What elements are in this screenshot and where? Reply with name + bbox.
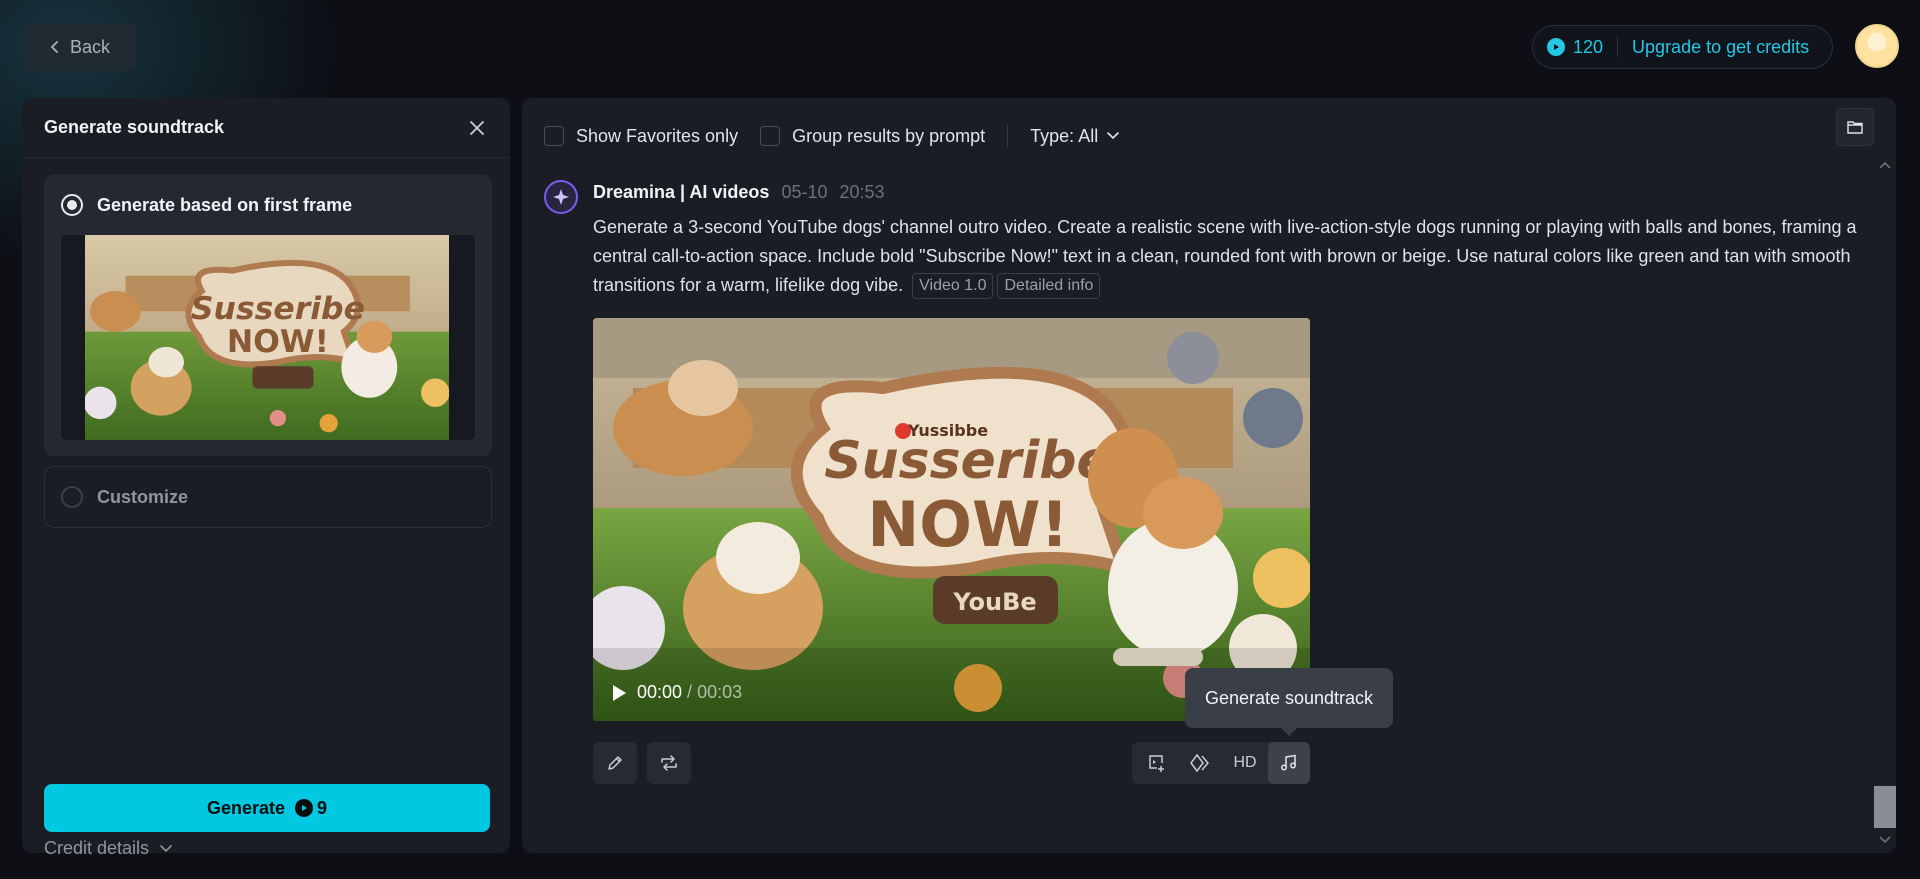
back-label: Back xyxy=(69,36,111,57)
pencil-icon xyxy=(608,756,622,770)
time-display: 00:00 / 00:03 xyxy=(637,682,742,703)
model-tag: Video 1.0 xyxy=(912,273,994,300)
group-filter[interactable]: Group results by prompt xyxy=(760,126,985,147)
soundtrack-button[interactable] xyxy=(1268,742,1310,784)
type-dropdown[interactable]: Type: All xyxy=(1030,126,1120,147)
close-icon xyxy=(470,120,484,135)
svg-text:Susseribe: Susseribe xyxy=(191,291,365,327)
option-customize-label: Customize xyxy=(97,486,189,507)
svg-text:NOW!: NOW! xyxy=(227,324,329,360)
credits-count: 120 xyxy=(1573,36,1604,57)
folder-button[interactable] xyxy=(1836,108,1874,146)
post-header: Dreamina | AI videos 05-10 20:53 xyxy=(593,182,885,203)
favorites-label: Show Favorites only xyxy=(576,125,739,146)
scroll-down-icon[interactable] xyxy=(1878,833,1892,847)
upgrade-link[interactable]: Upgrade to get credits xyxy=(1632,37,1809,58)
time-separator: / xyxy=(682,682,698,702)
video-frame: Susseribe NOW! Yussibbe YouBe xyxy=(593,318,1310,721)
radio-customize[interactable] xyxy=(61,486,83,508)
chevron-down-icon xyxy=(160,844,172,852)
option-customize[interactable]: Customize xyxy=(44,466,492,528)
video-actions-group: HD xyxy=(1132,742,1310,784)
soundtrack-panel: Generate soundtrack Generate based on fi… xyxy=(22,98,510,858)
prompt-text: Generate a 3-second YouTube dogs' channe… xyxy=(593,217,1857,295)
credit-details-label: Credit details xyxy=(44,838,150,858)
scrollbar-thumb[interactable] xyxy=(1874,786,1896,828)
results-panel: Show Favorites only Group results by pro… xyxy=(522,98,1896,853)
toolbar-divider xyxy=(1007,125,1009,147)
time-current: 00:00 xyxy=(637,682,683,702)
pill-divider xyxy=(1617,37,1619,57)
type-label: Type: All xyxy=(1030,125,1099,146)
option-first-frame[interactable]: Generate based on first frame Susseribe … xyxy=(44,174,492,456)
video-player[interactable]: Susseribe NOW! Yussibbe YouBe 00:00 / 00… xyxy=(593,318,1310,721)
repeat-icon xyxy=(661,755,677,771)
generate-cost-value: 9 xyxy=(317,797,328,818)
chevron-down-icon xyxy=(1107,132,1120,140)
sparkle-icon xyxy=(553,189,569,205)
option-first-frame-label: Generate based on first frame xyxy=(97,194,353,215)
panel-title: Generate soundtrack xyxy=(44,117,225,137)
results-toolbar: Show Favorites only Group results by pro… xyxy=(544,116,1120,156)
sign-text-line2: NOW! xyxy=(867,488,1068,561)
generate-label: Generate xyxy=(206,797,286,818)
sign-text-tab: YouBe xyxy=(952,588,1036,616)
post-time: 20:53 xyxy=(839,182,885,202)
post-prompt: Generate a 3-second YouTube dogs' channe… xyxy=(593,213,1863,300)
credit-details-toggle[interactable]: Credit details xyxy=(44,838,173,859)
edit-button[interactable] xyxy=(593,742,637,784)
back-button[interactable]: Back xyxy=(22,23,136,71)
dreamina-avatar xyxy=(544,180,578,214)
radio-first-frame[interactable] xyxy=(61,194,83,216)
regenerate-button[interactable] xyxy=(647,742,691,784)
video-controls: 00:00 / 00:03 xyxy=(611,682,742,703)
post-author: Dreamina | AI videos xyxy=(593,182,770,202)
scrollbar[interactable] xyxy=(1874,158,1896,853)
scroll-up-icon[interactable] xyxy=(1878,158,1892,172)
time-total: 00:03 xyxy=(697,682,743,702)
detailed-info-tag[interactable]: Detailed info xyxy=(997,273,1101,300)
music-note-icon xyxy=(1281,754,1296,771)
first-frame-image: Susseribe NOW! xyxy=(85,235,449,440)
credits-pill: 120 Upgrade to get credits xyxy=(1532,25,1833,69)
first-frame-preview: Susseribe NOW! xyxy=(61,235,475,440)
play-icon[interactable] xyxy=(611,684,627,702)
favorites-filter[interactable]: Show Favorites only xyxy=(544,126,738,147)
credit-icon xyxy=(295,799,314,817)
folder-icon xyxy=(1847,121,1863,134)
hd-button[interactable]: HD xyxy=(1224,742,1266,784)
generate-soundtrack-tooltip: Generate soundtrack xyxy=(1185,668,1393,736)
sign-text-small: Yussibbe xyxy=(907,421,988,440)
credit-icon xyxy=(1547,38,1565,56)
interpolate-button[interactable] xyxy=(1180,742,1222,784)
panel-header: Generate soundtrack xyxy=(22,98,510,158)
diamond-icon xyxy=(1190,753,1209,773)
group-label: Group results by prompt xyxy=(792,125,986,146)
group-checkbox[interactable] xyxy=(760,126,781,146)
favorites-checkbox[interactable] xyxy=(544,126,564,146)
sign-text-line1: Susseribe xyxy=(824,431,1112,491)
user-avatar[interactable] xyxy=(1855,24,1899,68)
chevron-left-icon xyxy=(50,41,58,53)
frame-plus-icon xyxy=(1149,755,1164,772)
extend-button[interactable] xyxy=(1136,742,1178,784)
close-button[interactable] xyxy=(466,117,488,139)
generate-cost: 9 xyxy=(295,798,327,819)
post-date: 05-10 xyxy=(781,182,828,202)
generate-button[interactable]: Generate 9 xyxy=(44,784,490,832)
